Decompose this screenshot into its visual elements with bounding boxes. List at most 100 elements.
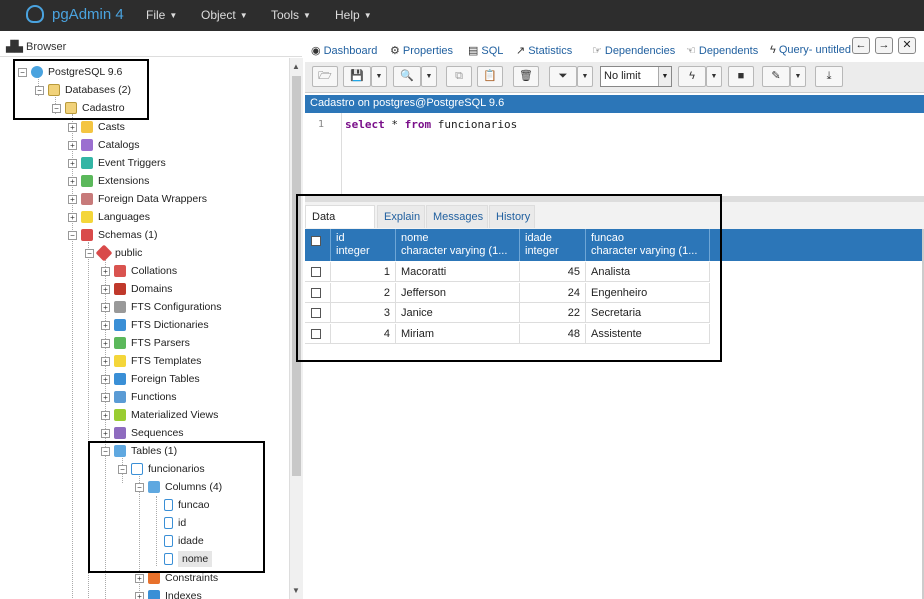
caret-down-icon: ▼ (581, 73, 589, 80)
open-file-button[interactable]: 🗁 (312, 66, 338, 87)
bolt-icon: ϟ (689, 70, 695, 82)
highlight-box-server (13, 59, 149, 120)
paste-button[interactable]: 📋 (477, 66, 503, 87)
tab-close-button[interactable]: ✕ (898, 37, 916, 54)
close-icon: ✕ (902, 39, 912, 51)
foreign-tables-icon (114, 373, 126, 385)
tree-node-fts-dictionaries[interactable]: + FTS Dictionaries (101, 317, 209, 333)
filter-button[interactable]: ⏷ (549, 66, 577, 87)
tab-properties[interactable]: ⚙ Properties (390, 44, 453, 58)
tree-node-indexes[interactable]: + Indexes (135, 588, 202, 599)
stop-button[interactable]: ■ (728, 66, 754, 87)
collations-icon (114, 265, 126, 277)
app-brand[interactable]: pgAdmin 4 (26, 5, 124, 23)
schema-icon (95, 244, 113, 262)
execute-button[interactable]: ϟ (678, 66, 706, 87)
row-limit-select[interactable]: No limit ▼ (600, 66, 672, 87)
tree-node-extensions[interactable]: + Extensions (68, 173, 149, 189)
save-dropdown[interactable]: ▼ (371, 66, 387, 87)
browser-panel-header: ▟▙ Browser (0, 38, 302, 57)
tree-node-fdw[interactable]: + Foreign Data Wrappers (68, 191, 207, 207)
fts-configurations-icon (114, 301, 126, 313)
menu-object[interactable]: Object ▼ (201, 8, 248, 22)
find-dropdown[interactable]: ▼ (421, 66, 437, 87)
edit-dropdown[interactable]: ▼ (790, 66, 806, 87)
event-triggers-icon (81, 157, 93, 169)
constraints-icon (148, 572, 160, 584)
tree-node-domains[interactable]: + Domains (101, 281, 172, 297)
chart-icon: ↗ (516, 45, 526, 57)
caret-down-icon: ▼ (794, 73, 802, 80)
fts-dictionaries-icon (114, 319, 126, 331)
paste-icon: 📋 (483, 70, 497, 82)
sql-text[interactable]: select * from funcionarios (345, 118, 517, 131)
sequences-icon (114, 427, 126, 439)
tree-node-functions[interactable]: + Functions (101, 389, 177, 405)
tab-prev-button[interactable]: ← (852, 37, 870, 54)
extensions-icon (81, 175, 93, 187)
file-icon: ▤ (468, 45, 479, 57)
download-icon: ⤓ (826, 70, 832, 82)
connection-bar: Cadastro on postgres@PostgreSQL 9.6 (305, 95, 924, 113)
edit-button[interactable]: ✎ (762, 66, 790, 87)
domains-icon (114, 283, 126, 295)
stop-icon: ■ (737, 70, 745, 82)
fts-templates-icon (114, 355, 126, 367)
tree-node-fts-parsers[interactable]: + FTS Parsers (101, 335, 190, 351)
arrow-right-icon: → (878, 39, 890, 51)
execute-dropdown[interactable]: ▼ (706, 66, 722, 87)
tab-dependents[interactable]: ☜ Dependents (686, 44, 758, 58)
materialized-views-icon (114, 409, 126, 421)
catalogs-icon (81, 139, 93, 151)
caret-down-icon: ▼ (425, 73, 433, 80)
tree-node-languages[interactable]: + Languages (68, 209, 150, 225)
tree-node-sequences[interactable]: + Sequences (101, 425, 184, 441)
dashboard-icon: ◉ (311, 45, 321, 57)
filter-dropdown[interactable]: ▼ (577, 66, 593, 87)
filter-icon: ⏷ (558, 70, 568, 82)
binoculars-icon: ▟▙ (6, 41, 23, 53)
tab-next-button[interactable]: → (875, 37, 893, 54)
tree-node-schemas[interactable]: − Schemas (1) (68, 227, 158, 243)
menu-file[interactable]: File ▼ (146, 8, 177, 22)
search-icon: 🔍 (400, 70, 414, 82)
bolt-icon: ϟ (770, 44, 776, 56)
tab-dependencies[interactable]: ☞ Dependencies (592, 44, 675, 58)
caret-down-icon: ▼ (375, 73, 383, 80)
languages-icon (81, 211, 93, 223)
tree-node-fts-configurations[interactable]: + FTS Configurations (101, 299, 221, 315)
hand-icon: ☜ (686, 45, 696, 57)
floppy-icon: 💾 (350, 70, 364, 82)
copy-icon: ⧉ (455, 70, 463, 82)
menu-tools[interactable]: Tools ▼ (271, 8, 311, 22)
scroll-up-icon[interactable]: ▲ (292, 62, 300, 71)
foreign-data-wrappers-icon (81, 193, 93, 205)
tab-query[interactable]: ϟ Query- untitled (770, 44, 851, 56)
tab-statistics[interactable]: ↗ Statistics (516, 44, 572, 58)
find-button[interactable]: 🔍 (393, 66, 421, 87)
tree-node-fts-templates[interactable]: + FTS Templates (101, 353, 201, 369)
tree-node-collations[interactable]: + Collations (101, 263, 177, 279)
tree-node-foreign-tables[interactable]: + Foreign Tables (101, 371, 200, 387)
folder-open-icon: 🗁 (318, 70, 332, 82)
tree-node-materialized-views[interactable]: + Materialized Views (101, 407, 218, 423)
scroll-down-icon[interactable]: ▼ (292, 586, 300, 595)
download-button[interactable]: ⤓ (815, 66, 843, 87)
highlight-box-tables (88, 441, 265, 573)
save-button[interactable]: 💾 (343, 66, 371, 87)
delete-button[interactable]: 🗑 (513, 66, 539, 87)
tree-node-public[interactable]: − public (85, 244, 142, 262)
top-navbar: pgAdmin 4 File ▼ Object ▼ Tools ▼ Help ▼ (0, 0, 924, 31)
tree-node-catalogs[interactable]: + Catalogs (68, 137, 139, 153)
indexes-icon (148, 590, 160, 599)
tab-sql[interactable]: ▤ SQL (468, 44, 503, 58)
tree-node-casts[interactable]: + Casts (68, 119, 125, 135)
tab-dashboard[interactable]: ◉ Dashboard (311, 44, 377, 58)
arrow-left-icon: ← (855, 39, 867, 51)
tree-node-event-triggers[interactable]: + Event Triggers (68, 155, 166, 171)
query-toolbar: 🗁 💾 ▼ 🔍 ▼ ⧉ 📋 🗑 ⏷ ▼ No limit ▼ ϟ ▼ ■ ✎ ▼ … (305, 62, 924, 93)
menu-help[interactable]: Help ▼ (335, 8, 372, 22)
copy-button[interactable]: ⧉ (446, 66, 472, 87)
schemas-icon (81, 229, 93, 241)
functions-icon (114, 391, 126, 403)
